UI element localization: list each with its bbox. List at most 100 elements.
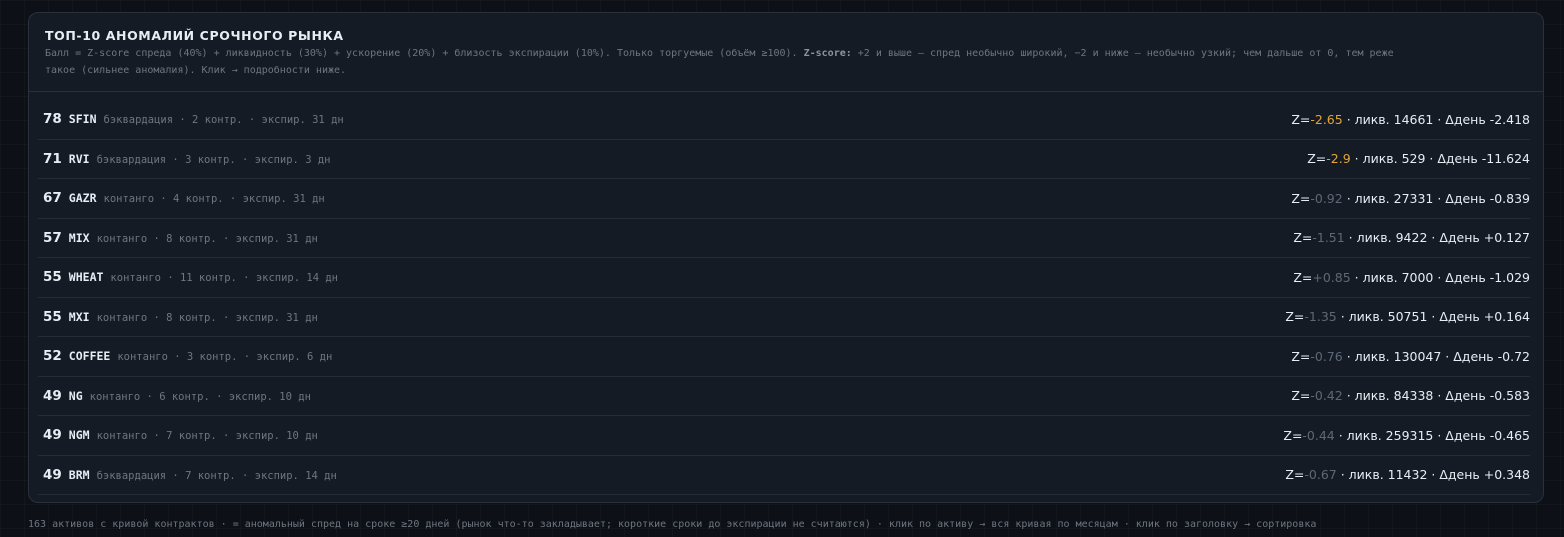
row-info: 52 COFFEE контанго · 3 контр. · экспир. 6 … [43, 348, 332, 364]
panel-title: ТОП-10 АНОМАЛИЙ СРОЧНОГО РЫНКА [45, 28, 344, 43]
anomaly-list: 78 SFIN бэквардация · 2 контр. · экспир. 3… [29, 92, 1543, 495]
asset-ticker[interactable]: SFIN [69, 112, 97, 126]
zscore-value: -0.44 [1302, 427, 1335, 443]
anomaly-row-rvi[interactable]: 71 RVI бэквардация · 3 контр. · экспир. 3 … [38, 140, 1530, 179]
liquidity-and-delta: · ликв. 9422 · Δдень +0.127 [1344, 230, 1530, 246]
zscore-term: Z-score: [803, 48, 852, 59]
liquidity-and-delta: · ликв. 50751 · Δдень +0.164 [1336, 309, 1530, 325]
curve-meta: контанго · 7 контр. · экспир. 10 дн [96, 430, 318, 443]
row-info: 78 SFIN бэквардация · 2 контр. · экспир. 3… [43, 111, 344, 127]
asset-ticker[interactable]: GAZR [69, 191, 97, 205]
row-metrics: Z=-0.67 · ликв. 11432 · Δдень +0.348 [1285, 467, 1530, 482]
anomaly-row-mxi[interactable]: 55 MXI контанго · 8 контр. · экспир. 31 дн… [38, 298, 1530, 337]
zscore-label: Z= [1283, 427, 1303, 443]
curve-meta: бэквардация · 3 контр. · экспир. 3 дн [96, 153, 331, 166]
anomaly-score: 52 [43, 348, 62, 365]
description-text: +2 и выше — спред необычно широкий, −2 и… [851, 48, 1394, 59]
liquidity-and-delta: · ликв. 27331 · Δдень -0.839 [1342, 190, 1530, 206]
row-info: 49 BRM бэквардация · 7 контр. · экспир. 14… [43, 467, 337, 483]
anomaly-row-brm[interactable]: 49 BRM бэквардация · 7 контр. · экспир. 14… [38, 456, 1530, 495]
description-line-2: такое (сильнее аномалия). Клик → подробн… [45, 64, 347, 76]
curve-meta: контанго · 4 контр. · экспир. 31 дн [103, 193, 325, 206]
panel-header: ТОП-10 АНОМАЛИЙ СРОЧНОГО РЫНКА Балл = Z-… [29, 13, 1543, 92]
zscore-value: -0.67 [1304, 467, 1337, 483]
zscore-value: +0.85 [1312, 269, 1351, 285]
asset-ticker[interactable]: NG [69, 389, 83, 403]
zscore-value: -2.9 [1326, 151, 1351, 167]
zscore-label: Z= [1291, 348, 1311, 364]
anomaly-score: 57 [43, 229, 62, 246]
asset-ticker[interactable]: MXI [69, 310, 90, 324]
row-info: 49 NGM контанго · 7 контр. · экспир. 10 дн [43, 427, 318, 443]
anomaly-score: 49 [43, 466, 62, 483]
row-info: 55 WHEAT контанго · 11 контр. · экспир. 14… [43, 269, 338, 285]
row-info: 57 MIX контанго · 8 контр. · экспир. 31 дн [43, 230, 318, 246]
asset-ticker[interactable]: COFFEE [69, 349, 111, 363]
liquidity-and-delta: · ликв. 529 · Δдень -11.624 [1350, 151, 1530, 167]
zscore-label: Z= [1285, 467, 1305, 483]
asset-ticker[interactable]: NGM [69, 428, 90, 442]
anomaly-score: 49 [43, 427, 62, 444]
asset-ticker[interactable]: WHEAT [69, 270, 104, 284]
curve-meta: бэквардация · 7 контр. · экспир. 14 дн [96, 469, 337, 482]
curve-meta: бэквардация · 2 контр. · экспир. 31 дн [103, 114, 344, 127]
row-metrics: Z=-0.76 · ликв. 130047 · Δдень -0.72 [1291, 349, 1530, 364]
zscore-value: -1.35 [1304, 309, 1337, 325]
row-info: 55 MXI контанго · 8 контр. · экспир. 31 дн [43, 309, 318, 325]
zscore-label: Z= [1291, 388, 1311, 404]
row-metrics: Z=-2.9 · ликв. 529 · Δдень -11.624 [1307, 151, 1530, 166]
zscore-label: Z= [1291, 111, 1311, 127]
zscore-label: Z= [1291, 190, 1311, 206]
liquidity-and-delta: · ликв. 130047 · Δдень -0.72 [1342, 348, 1530, 364]
zscore-label: Z= [1293, 230, 1313, 246]
footer-note: 163 активов с кривой контрактов · = аном… [28, 519, 1317, 530]
row-metrics: Z=-0.92 · ликв. 27331 · Δдень -0.839 [1291, 191, 1530, 206]
curve-meta: контанго · 8 контр. · экспир. 31 дн [96, 311, 318, 324]
zscore-value: -0.76 [1310, 348, 1343, 364]
zscore-value: -0.92 [1310, 190, 1343, 206]
curve-meta: контанго · 11 контр. · экспир. 14 дн [110, 272, 338, 285]
zscore-value: -2.65 [1310, 111, 1343, 127]
row-metrics: Z=-2.65 · ликв. 14661 · Δдень -2.418 [1291, 112, 1530, 127]
anomalies-panel: ТОП-10 АНОМАЛИЙ СРОЧНОГО РЫНКА Балл = Z-… [28, 12, 1544, 503]
anomaly-row-mix[interactable]: 57 MIX контанго · 8 контр. · экспир. 31 дн… [38, 219, 1530, 258]
anomaly-row-wheat[interactable]: 55 WHEAT контанго · 11 контр. · экспир. 14… [38, 258, 1530, 298]
anomaly-row-ng[interactable]: 49 NG контанго · 6 контр. · экспир. 10 дн Z… [38, 377, 1530, 416]
anomaly-score: 71 [43, 150, 62, 167]
description-line-1: Балл = Z-score спреда (40%) + ликвидност… [45, 46, 1527, 63]
curve-meta: контанго · 3 контр. · экспир. 6 дн [117, 351, 333, 364]
liquidity-and-delta: · ликв. 84338 · Δдень -0.583 [1342, 388, 1530, 404]
anomaly-score: 67 [43, 190, 62, 207]
row-info: 71 RVI бэквардация · 3 контр. · экспир. 3 … [43, 151, 330, 167]
asset-ticker[interactable]: RVI [69, 152, 90, 166]
asset-ticker[interactable]: MIX [69, 231, 90, 245]
zscore-value: -0.42 [1310, 388, 1343, 404]
row-metrics: Z=-0.42 · ликв. 84338 · Δдень -0.583 [1291, 388, 1530, 403]
anomaly-score: 55 [43, 308, 62, 325]
anomaly-row-sfin[interactable]: 78 SFIN бэквардация · 2 контр. · экспир. 3… [38, 100, 1530, 140]
row-info: 49 NG контанго · 6 контр. · экспир. 10 дн [43, 388, 311, 404]
asset-ticker[interactable]: BRM [69, 468, 90, 482]
zscore-value: -1.51 [1312, 230, 1345, 246]
zscore-label: Z= [1293, 269, 1313, 285]
curve-meta: контанго · 8 контр. · экспир. 31 дн [96, 232, 318, 245]
row-metrics: Z=-1.51 · ликв. 9422 · Δдень +0.127 [1293, 230, 1530, 245]
zscore-label: Z= [1285, 309, 1305, 325]
curve-meta: контанго · 6 контр. · экспир. 10 дн [89, 390, 311, 403]
liquidity-and-delta: · ликв. 7000 · Δдень -1.029 [1350, 269, 1530, 285]
row-metrics: Z=-0.44 · ликв. 259315 · Δдень -0.465 [1283, 428, 1530, 443]
zscore-label: Z= [1307, 151, 1327, 167]
panel-description: Балл = Z-score спреда (40%) + ликвидност… [45, 46, 1527, 79]
row-metrics: Z=+0.85 · ликв. 7000 · Δдень -1.029 [1293, 270, 1530, 285]
anomaly-row-ngm[interactable]: 49 NGM контанго · 7 контр. · экспир. 10 дн… [38, 416, 1530, 456]
row-info: 67 GAZR контанго · 4 контр. · экспир. 31 д… [43, 190, 325, 206]
anomaly-row-gazr[interactable]: 67 GAZR контанго · 4 контр. · экспир. 31 д… [38, 179, 1530, 219]
liquidity-and-delta: · ликв. 14661 · Δдень -2.418 [1342, 111, 1530, 127]
anomaly-row-coffee[interactable]: 52 COFFEE контанго · 3 контр. · экспир. 6 … [38, 337, 1530, 377]
anomaly-score: 78 [43, 111, 62, 128]
row-metrics: Z=-1.35 · ликв. 50751 · Δдень +0.164 [1285, 309, 1530, 324]
anomaly-score: 49 [43, 387, 62, 404]
liquidity-and-delta: · ликв. 259315 · Δдень -0.465 [1334, 427, 1530, 443]
anomaly-score: 55 [43, 269, 62, 286]
description-text: Балл = Z-score спреда (40%) + ликвидност… [45, 48, 804, 59]
